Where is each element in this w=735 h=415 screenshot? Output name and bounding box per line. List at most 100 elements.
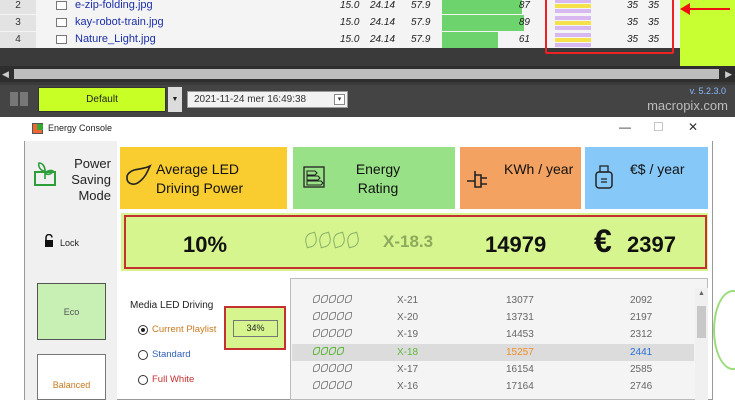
scroll-right-icon[interactable]: ▶ [725,69,732,80]
radio-label[interactable]: Full White [152,374,194,385]
vertical-scrollbar[interactable]: ▲ [695,288,708,400]
power-saving-mode-label: Power Saving Mode [71,156,111,203]
file-value-3: 57.9 [411,17,431,28]
energy-rating-title: Energy Rating [355,161,401,196]
file-value-2: 24.14 [370,0,396,11]
close-button[interactable]: ✕ [688,120,698,134]
app-icon [32,123,43,134]
score-bar: 89 [442,15,534,31]
decorative-arc [713,290,735,370]
leaf-rating-icon [313,346,345,358]
list-kwh: 13731 [506,312,534,324]
money-jar-icon [595,165,613,189]
score-bar: 61 [442,32,534,48]
radio-current-playlist[interactable] [138,325,148,335]
kwh-title: KWh / year [504,161,574,177]
plug-icon [467,171,487,188]
leaf-rating-icon [313,363,353,375]
minimize-button[interactable]: — [619,120,631,134]
file-name[interactable]: Nature_Light.jpg [75,33,156,45]
header-led-power: Average LED Driving Power [120,147,287,209]
media-led-driving-label: Media LED Driving [130,300,214,311]
unlock-icon[interactable] [44,234,54,248]
list-kwh: 17164 [506,381,534,392]
radio-standard[interactable] [138,350,148,360]
file-name[interactable]: kay-robot-train.jpg [75,16,164,28]
panel-toggle-icon-2[interactable] [20,92,28,106]
list-kwh: 13077 [506,295,534,306]
list-row[interactable]: X-19 14453 2312 [292,326,694,343]
image-file-icon [56,35,67,44]
row-index: 3 [0,15,36,31]
list-cost: 2312 [630,329,653,341]
list-row[interactable]: X-17 16154 2585 [292,361,694,378]
maximize-button[interactable]: ☐ [653,120,664,134]
leaf-rating-icon [313,381,353,392]
list-kwh: 15257 [506,346,534,358]
radio-label[interactable]: Current Playlist [152,324,216,335]
scroll-left-icon[interactable]: ◀ [2,69,9,80]
version-label: v. 5.2.3.0 [689,86,726,96]
scrollbar-thumb-vertical[interactable] [697,306,706,338]
led-power-value: 10% [183,232,228,257]
date-picker[interactable]: 2021-11-24 mer 16:49:38 ▾ [187,91,348,108]
red-arrow-icon [686,8,730,10]
score-bar: 87 [442,0,534,14]
eco-mode-button[interactable]: Eco [37,283,106,340]
brand-logo[interactable]: macropix.com [644,98,728,113]
scrollbar-thumb[interactable] [14,69,719,79]
header-kwh: KWh / year [460,147,581,209]
balanced-mode-button[interactable]: Balanced [37,354,106,400]
row-index: 4 [0,32,36,48]
list-rating: X-17 [397,363,419,375]
score-value: 89 [518,17,530,28]
energy-rating-value: X-18.3 [383,232,434,251]
rating-bars-icon [303,166,325,188]
panel-toggle-icon[interactable] [10,92,18,106]
list-cost: 2585 [630,363,653,375]
rating-leaves-icon [303,231,361,252]
radio-label[interactable]: Standard [152,349,191,360]
row-index: 2 [0,0,36,14]
radio-full-white[interactable] [138,375,148,385]
list-kwh: 14453 [506,329,534,341]
window-titlebar[interactable] [24,117,713,141]
list-row[interactable]: X-16 17164 2746 [292,378,694,395]
file-value-3: 57.9 [411,34,431,45]
cost-value: 2397 [627,232,676,257]
highlight-box-columns [545,0,674,54]
score-value: 61 [518,34,530,45]
scroll-up-icon[interactable]: ▲ [698,290,705,297]
cost-title: €$ / year [630,161,685,177]
file-value-1: 15.0 [340,17,360,28]
file-value-2: 24.14 [370,34,396,45]
leaf-rating-icon [313,295,353,306]
image-file-icon [56,1,67,10]
image-file-icon [56,18,67,27]
lock-label[interactable]: Lock [60,238,79,248]
header-cost: €$ / year [585,147,708,209]
date-value: 2021-11-24 mer 16:49:38 [194,94,307,105]
header-energy-rating: Energy Rating [293,147,455,209]
calendar-dropdown-icon[interactable]: ▾ [334,94,345,105]
list-row[interactable]: X-20 13731 2197 [292,309,694,326]
led-power-title: Average LED Driving Power [156,161,244,196]
preset-dropdown[interactable]: Default [38,87,166,112]
list-cost: 2197 [630,312,653,324]
dropdown-arrow-icon[interactable]: ▼ [168,87,182,112]
list-row[interactable]: X-18 15257 2441 [292,343,694,361]
horizontal-scrollbar[interactable]: ◀ ▶ [0,66,735,82]
kwh-value: 14979 [485,232,547,257]
list-rating: X-18 [397,346,419,358]
list-row[interactable]: X-21 13077 2092 [292,292,694,309]
percent-input[interactable]: 34% [233,320,278,337]
file-name[interactable]: e-zip-folding.jpg [75,0,153,11]
leaf-rating-icon [313,329,353,340]
list-cost: 2092 [630,295,653,306]
list-cost: 2746 [630,381,653,392]
leaf-rating-icon [313,312,353,323]
list-rating: X-16 [397,381,419,392]
red-arrowhead-icon [680,3,690,15]
led-bulb-icon [126,164,152,185]
plant-icon [34,162,56,186]
